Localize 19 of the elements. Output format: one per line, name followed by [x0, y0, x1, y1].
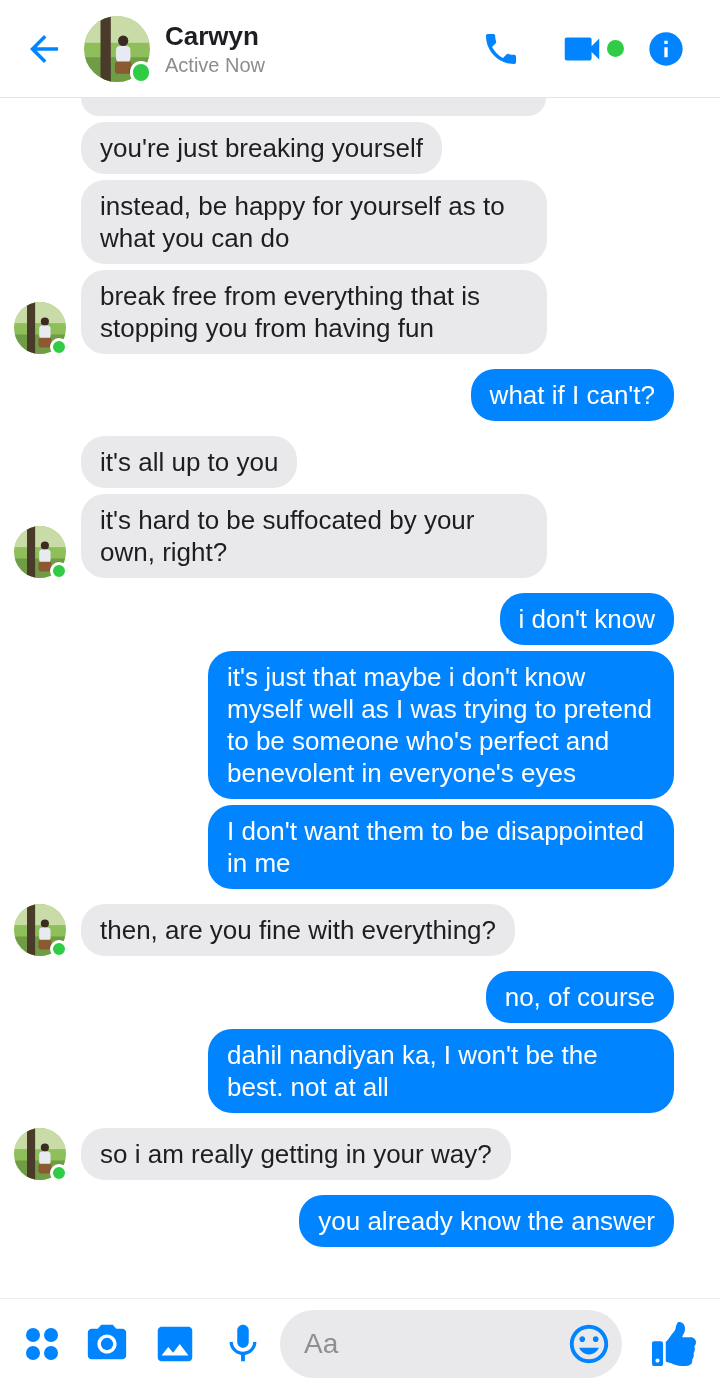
message-bubble: you already know the answer [299, 1195, 674, 1247]
message-bubble: it's just that maybe i don't know myself well as I was trying to pretend to be someone who's perfect and benevolent in everyone's eyes [208, 651, 674, 799]
message-field[interactable]: Aa [280, 1310, 622, 1378]
message-bubble: it's hard to be suffocated by your own, right? [81, 494, 547, 578]
message-bubble: instead, be happy for yourself as to what you can do [81, 180, 547, 264]
contact-status: Active Now [165, 52, 266, 78]
like-icon[interactable] [652, 1322, 696, 1366]
contact-name: Carwyn [165, 19, 260, 52]
message-bubble: break free from everything that is stopping you from having fun [81, 270, 547, 354]
message-bubble: it's all up to you [81, 436, 298, 488]
message-bubble: then, are you fine with everything? [81, 904, 516, 956]
message-bubble: you're just breaking yourself [81, 122, 442, 174]
message-bubble: I don't want them to be disappointed in me [208, 805, 674, 889]
message-bubble: what if I can't? [470, 369, 674, 421]
message-bubble: i don't know [499, 593, 674, 645]
apps-icon[interactable] [25, 1327, 59, 1361]
message-bubble: dahil nandiyan ka, I won't be the best. not at all [208, 1029, 674, 1113]
message-bubble: no, of course [485, 971, 674, 1023]
message-bubble: so i am really getting in your way? [81, 1128, 511, 1180]
